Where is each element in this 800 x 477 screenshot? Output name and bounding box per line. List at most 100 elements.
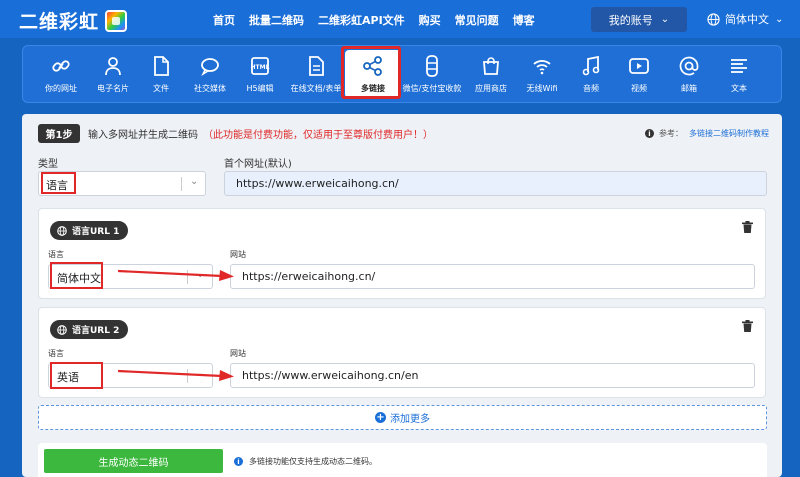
chat-bubble-icon — [200, 55, 220, 77]
step-badge: 第1步 — [38, 124, 80, 143]
nav-api-docs[interactable]: 二维彩虹API文件 — [318, 12, 405, 28]
at-icon — [679, 55, 699, 77]
html-icon: HTML — [250, 55, 270, 77]
category-label: 文件 — [153, 84, 169, 93]
link-icon — [51, 55, 71, 77]
first-url-input[interactable]: https://www.erweicaihong.cn/ — [224, 171, 767, 196]
trash-icon[interactable] — [742, 221, 753, 236]
text-icon — [729, 55, 749, 77]
category-social[interactable]: 社交媒体 — [185, 46, 235, 104]
multi-link-highlight-box — [341, 46, 401, 99]
category-email[interactable]: 邮箱 — [667, 46, 711, 104]
file-icon — [152, 55, 170, 77]
document-icon — [307, 55, 325, 77]
language-url-badge-label: 语言URL 1 — [72, 227, 120, 237]
website-input[interactable]: https://erweicaihong.cn/ — [230, 264, 755, 289]
globe-icon — [57, 324, 67, 335]
red-arrow — [118, 269, 234, 281]
top-navbar: 二维彩虹 首页 批量二维码 二维彩虹API文件 购买 常见问题 博客 我的账号 … — [0, 0, 800, 38]
type-highlight-box — [41, 172, 76, 194]
plus-circle-icon: + — [375, 412, 386, 423]
language-url-badge: 语言URL 1 — [50, 221, 129, 240]
language-url-card-1: 语言URL 1 语言 网站 简体中文 ⌄ https://erweicaihon… — [38, 208, 766, 299]
store-bag-icon — [481, 55, 501, 77]
globe-icon — [57, 225, 67, 236]
paid-feature-note: （此功能是付费功能，仅适用于至尊版付费用户！） — [203, 130, 433, 141]
category-label: 文本 — [731, 84, 747, 93]
category-label: 微信/支付宝收款 — [402, 84, 462, 93]
category-file[interactable]: 文件 — [139, 46, 183, 104]
red-arrow — [118, 369, 234, 381]
step-title: 输入多网址并生成二维码 — [88, 130, 198, 141]
category-label: H5编辑 — [246, 84, 274, 93]
category-label: 你的网址 — [45, 84, 77, 93]
language-highlight-box — [50, 262, 103, 289]
chevron-down-icon: ⌄ — [190, 176, 199, 187]
svg-text:HTML: HTML — [251, 64, 270, 71]
language-field-label: 语言 — [48, 349, 64, 358]
category-wifi[interactable]: 无线Wifi — [519, 46, 565, 104]
type-label: 类型 — [38, 159, 58, 170]
brand-logo-link[interactable]: 二维彩虹 — [19, 7, 128, 34]
wifi-icon — [532, 55, 552, 77]
generate-note-text: 多链接功能仅支持生成动态二维码。 — [249, 457, 377, 466]
chevron-down-icon: ⌄ — [775, 13, 784, 25]
info-icon: i — [234, 457, 243, 466]
category-h5[interactable]: HTML H5编辑 — [237, 46, 283, 104]
payment-icon — [424, 55, 440, 77]
generate-note: i 多链接功能仅支持生成动态二维码。 — [234, 456, 377, 467]
category-payment[interactable]: 微信/支付宝收款 — [399, 46, 465, 104]
nav-home[interactable]: 首页 — [213, 12, 235, 28]
language-selector[interactable]: 简体中文 ⌄ — [707, 11, 783, 27]
category-label: 电子名片 — [97, 84, 129, 93]
chevron-down-icon: ⌄ — [660, 14, 670, 25]
category-video[interactable]: 视频 — [617, 46, 661, 104]
category-label: 邮箱 — [681, 84, 697, 93]
category-label: 无线Wifi — [526, 84, 558, 93]
rainbow-logo-icon — [105, 9, 128, 32]
language-field-label: 语言 — [48, 250, 64, 259]
language-label: 简体中文 — [725, 13, 769, 26]
nav-batch-qr[interactable]: 批量二维码 — [249, 12, 304, 28]
tutorial-reference: i 参考： 多链接二维码制作教程 — [645, 128, 769, 139]
language-url-badge: 语言URL 2 — [50, 320, 129, 339]
category-text[interactable]: 文本 — [717, 46, 761, 104]
category-label: 在线文档/表单 — [290, 84, 342, 93]
brand-name: 二维彩虹 — [19, 11, 100, 33]
tutorial-link[interactable]: 多链接二维码制作教程 — [689, 128, 769, 139]
category-audio[interactable]: 音频 — [569, 46, 613, 104]
category-label: 社交媒体 — [194, 84, 226, 93]
language-url-card-2: 语言URL 2 语言 网站 英语 ⌄ https://www.erweicaih… — [38, 307, 766, 398]
my-account-label: 我的账号 — [608, 13, 653, 27]
info-icon: i — [645, 129, 654, 138]
person-icon — [103, 55, 123, 77]
trash-icon[interactable] — [742, 320, 753, 335]
website-field-label: 网站 — [230, 349, 246, 358]
category-app-store[interactable]: 应用商店 — [468, 46, 514, 104]
category-label: 应用商店 — [475, 84, 507, 93]
language-highlight-box — [50, 362, 103, 389]
reference-label: 参考： — [659, 129, 683, 138]
video-icon — [629, 55, 649, 77]
language-url-badge-label: 语言URL 2 — [72, 326, 120, 336]
add-more-button[interactable]: + 添加更多 — [38, 405, 767, 430]
my-account-button[interactable]: 我的账号 ⌄ — [591, 7, 687, 32]
category-url[interactable]: 你的网址 — [35, 46, 87, 104]
generate-dynamic-qr-button[interactable]: 生成动态二维码 — [44, 449, 223, 473]
website-field-label: 网站 — [230, 250, 246, 259]
first-url-label: 首个网址(默认) — [224, 159, 292, 170]
music-icon — [582, 55, 600, 77]
category-label: 视频 — [631, 84, 647, 93]
add-more-label: 添加更多 — [390, 414, 430, 425]
globe-icon — [707, 12, 720, 26]
nav-buy[interactable]: 购买 — [419, 12, 441, 28]
category-label: 音频 — [583, 84, 599, 93]
nav-blog[interactable]: 博客 — [513, 12, 535, 28]
category-doc-form[interactable]: 在线文档/表单 — [286, 46, 346, 104]
website-input[interactable]: https://www.erweicaihong.cn/en — [230, 363, 755, 388]
main-nav: 首页 批量二维码 二维彩虹API文件 购买 常见问题 博客 — [213, 12, 549, 28]
nav-faq[interactable]: 常见问题 — [455, 12, 499, 28]
select-divider — [181, 177, 182, 191]
qr-type-bar: 你的网址 电子名片 文件 社交媒体 HTML H5编辑 在线文档/表单 多链接 … — [22, 45, 782, 103]
category-vcard[interactable]: 电子名片 — [87, 46, 139, 104]
